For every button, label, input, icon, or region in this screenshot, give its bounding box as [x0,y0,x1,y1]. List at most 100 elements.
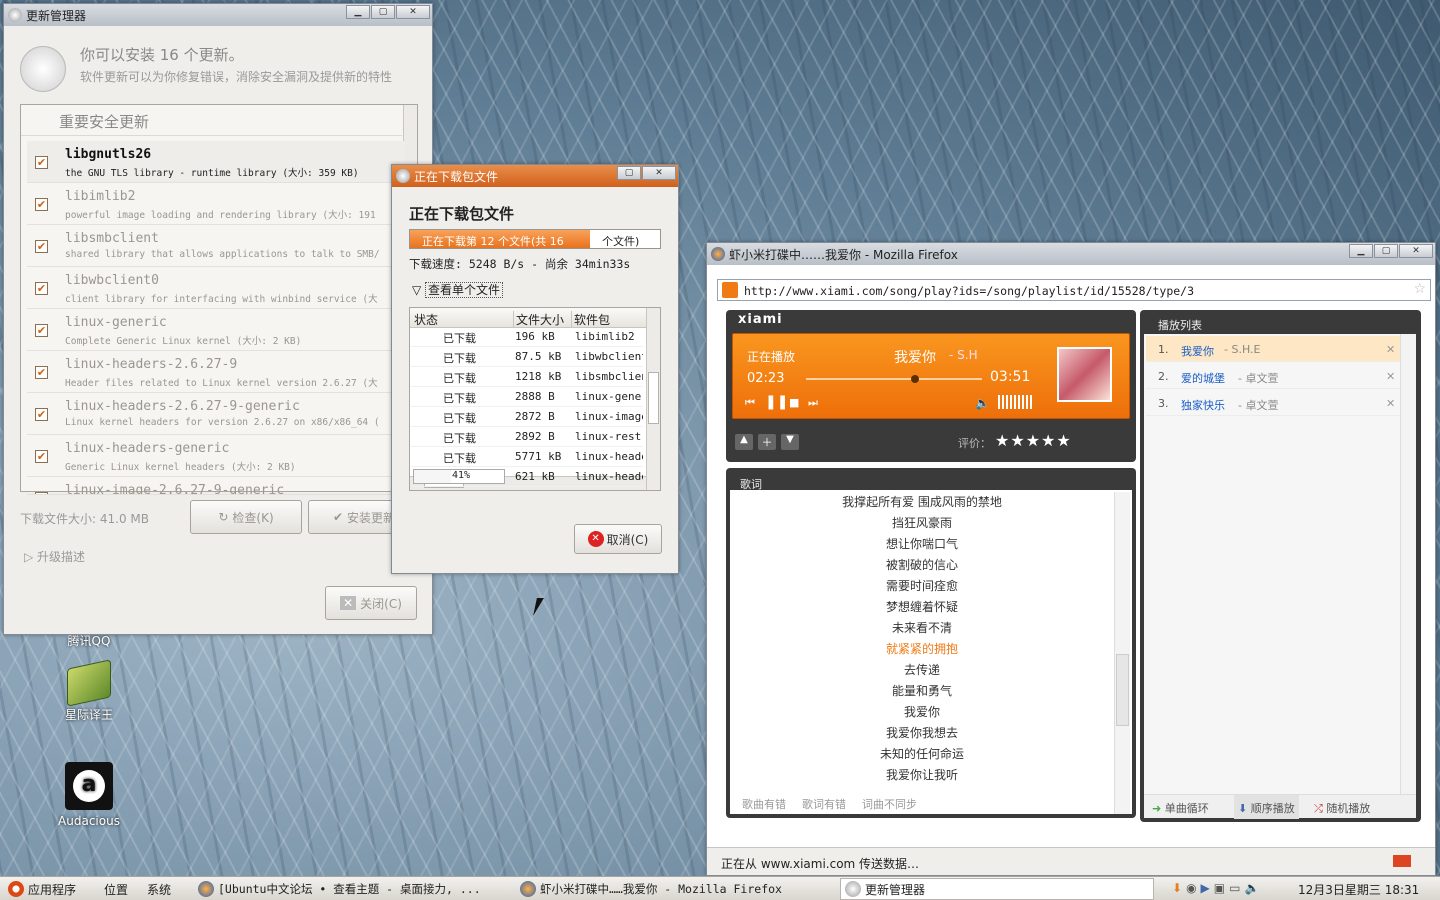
song-error-link[interactable]: 歌曲有错 [742,796,786,812]
tray-icons[interactable]: ⬇ ◉ ▶ ▣ ▭ 🔈 [1172,881,1292,897]
update-list-item[interactable]: ✔ linux-headers-2.6.27-9-generic Linux ker… [27,393,405,435]
desktop-icon-stardict[interactable]: 星际译王 [44,659,134,723]
table-row[interactable]: 已下载 5771 kB linux-headers [411,447,643,467]
table-row[interactable]: 已下载 87.5 kB libwbclient0 [411,347,643,367]
taskbar-item-firefox[interactable]: 虾小米打碟中……我爱你 - Mozilla Firefox [520,879,836,899]
update-list-item[interactable]: ✔ libgnutls26 the GNU TLS library - runtim… [27,141,405,183]
prev-icon[interactable]: ⏮ [745,396,755,410]
maximize-button[interactable]: ▢ [371,5,395,19]
clock[interactable]: 12月3日星期三 18:31 [1298,881,1419,898]
table-row[interactable]: 已下载 1218 kB libsmbclient [411,367,643,387]
like-icon[interactable]: ▲ [735,434,753,450]
row-package: linux-headers [575,450,643,463]
seek-bar[interactable] [806,375,982,383]
update-checkbox[interactable]: ✔ [35,450,48,463]
playlist-item[interactable]: 3. 独家快乐 - 卓文萱 ✕ [1146,390,1400,416]
column-package[interactable]: 软件包 [571,311,610,328]
close-icon[interactable]: ✕ [396,5,430,19]
update-checkbox[interactable]: ✔ [35,366,48,379]
track-title[interactable]: 独家快乐 [1181,397,1225,413]
update-checkbox[interactable]: ✔ [35,492,48,494]
update-list-item[interactable]: ✔ linux-image-2.6.27-9-generic [27,477,405,495]
update-list-item[interactable]: ✔ linux-generic Complete Generic Linux ker… [27,309,405,351]
maximize-button[interactable]: ▢ [617,166,641,180]
playlist-item[interactable]: 2. 爱的城堡 - 卓文萱 ✕ [1146,363,1400,389]
update-checkbox[interactable]: ✔ [35,156,48,169]
taskbar-item-update-manager[interactable]: 更新管理器 [840,878,1154,900]
firefox-titlebar[interactable]: 虾小米打碟中……我爱你 - Mozilla Firefox ▁ ▢ ✕ [707,243,1435,265]
stop-icon[interactable]: ■ [789,396,799,409]
update-checkbox[interactable]: ✔ [35,282,48,295]
track-title[interactable]: 我爱你 [1181,343,1214,359]
check-button[interactable]: ↻ 检查(K) [190,500,302,534]
update-list-item[interactable]: ✔ linux-headers-generic Generic Linux kern… [27,435,405,477]
volume-bar[interactable] [998,395,1042,409]
add-icon[interactable]: ＋ [758,434,776,450]
system-menu[interactable]: 系统 [147,879,171,899]
update-checkbox[interactable]: ✔ [35,408,48,421]
playlist-scrollbar[interactable] [1400,334,1416,794]
track-number: 2. [1158,370,1169,383]
update-list-item[interactable]: ✔ libsmbclient shared library that allows … [27,225,405,267]
column-size[interactable]: 文件大小 [513,311,564,328]
column-status[interactable]: 状态 [414,311,438,328]
table-row[interactable]: 已下载 2888 B linux-generic [411,387,643,407]
close-icon[interactable]: ✕ [1399,244,1433,258]
close-icon[interactable]: ✕ [642,166,676,180]
download-dialog-titlebar[interactable]: 正在下载包文件 ▢ ✕ [392,165,678,187]
update-checkbox[interactable]: ✔ [35,198,48,211]
remove-icon[interactable]: ✕ [1386,370,1395,383]
lyric-sync-link[interactable]: 词曲不同步 [862,796,917,812]
track-number: 1. [1158,343,1169,356]
maximize-button[interactable]: ▢ [1374,244,1398,258]
close-button[interactable]: ✕ 关闭(C) [325,586,417,620]
update-list-item[interactable]: ✔ libimlib2 powerful image loading and ren… [27,183,405,225]
single-loop-mode[interactable]: ➜ 单曲循环 [1152,800,1209,816]
download-size: 下载文件大小: 41.0 MB [20,512,149,526]
firefox-icon [711,247,725,261]
bookmark-star-icon[interactable]: ☆ [1413,281,1426,297]
upgrade-description-expander[interactable]: ▷ 升级描述 [24,548,85,565]
row-package: libwbclient0 [575,350,643,363]
minimize-button[interactable]: ▁ [1349,244,1373,258]
next-icon[interactable]: ⏭ [808,396,818,410]
playlist-item[interactable]: 1. 我爱你 - S.H.E ✕ [1146,336,1400,362]
lyric-error-link[interactable]: 歌词有错 [802,796,846,812]
update-list-item[interactable]: ✔ libwbclient0 client library for interfac… [27,267,405,309]
cancel-button[interactable]: ✕ 取消(C) [574,524,662,554]
applications-menu[interactable]: 应用程序 [8,879,76,899]
minimize-button[interactable]: ▁ [346,5,370,19]
table-vscroll[interactable] [646,308,660,490]
table-row[interactable]: 已下载 2872 B linux-image [411,407,643,427]
table-row[interactable]: 41% 621 kB linux-headers [411,467,643,487]
table-row[interactable]: 已下载 2892 B linux-restricted [411,427,643,447]
volume-icon: 🔈 [1244,881,1260,895]
update-manager-titlebar[interactable]: 更新管理器 ▁ ▢ ✕ [4,4,432,26]
lyric-line: 我爱你 [903,705,940,719]
table-row[interactable]: 已下载 196 kB libimlib2 [411,327,643,347]
pause-icon[interactable]: ❚❚ [765,394,788,410]
update-subheading: 软件更新可以为你修复错误，消除安全漏洞及提供新的特性 [80,70,393,84]
rating-stars[interactable]: ★★★★★ [995,431,1072,450]
lyrics-scrollbar[interactable] [1114,492,1130,814]
audacious-icon: a [65,762,113,810]
shuffle-mode[interactable]: ⤮ 随机播放 [1314,800,1370,816]
taskbar-item-forum[interactable]: [Ubuntu中文论坛 • 查看主题 - 桌面接力, ... [198,879,514,899]
remove-icon[interactable]: ✕ [1386,397,1395,410]
row-status: 已下载 [443,332,476,345]
url-bar[interactable]: http://www.xiami.com/song/play?ids=/song… [717,279,1431,301]
lyric-line: 我撑起所有爱 围成风雨的禁地 [842,495,1002,509]
update-checkbox[interactable]: ✔ [35,324,48,337]
places-menu[interactable]: 位置 [104,879,128,899]
volume-icon[interactable]: 🔈 [975,396,990,410]
update-checkbox[interactable]: ✔ [35,240,48,253]
lyric-line: 我爱你让我听 [885,768,958,782]
package-icon [396,169,410,183]
update-list-item[interactable]: ✔ linux-headers-2.6.27-9 Header files rela… [27,351,405,393]
remove-icon[interactable]: ✕ [1386,343,1395,356]
track-title[interactable]: 爱的城堡 [1181,370,1225,386]
sequential-mode[interactable]: ⬇ 顺序播放 [1234,795,1299,819]
download-icon[interactable]: ▼ [781,434,799,450]
desktop-icon-audacious[interactable]: a Audacious [44,762,134,828]
view-files-expander[interactable]: ▽ 查看单个文件 [412,281,504,298]
